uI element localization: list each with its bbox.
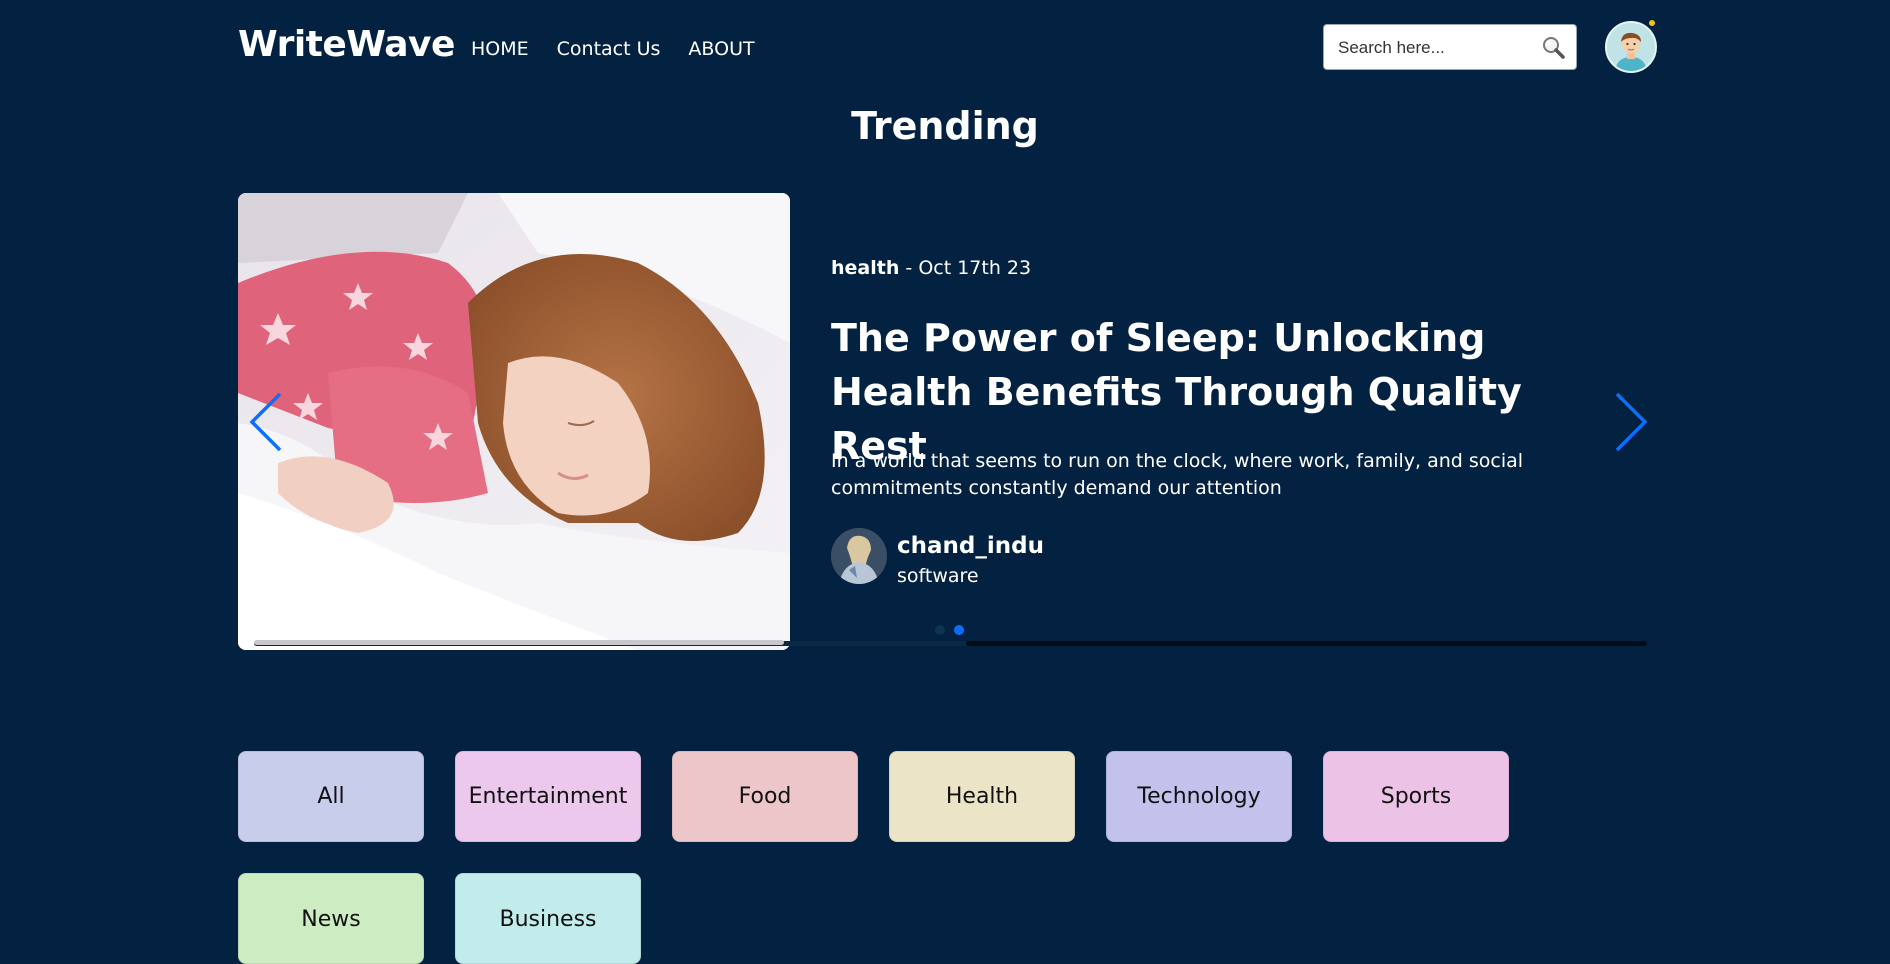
- category-label: Technology: [1137, 784, 1261, 809]
- category-label: Sports: [1380, 784, 1452, 809]
- post-category[interactable]: health: [831, 257, 899, 279]
- category-label: Health: [945, 784, 1019, 809]
- slide-progress-image-bar: [254, 640, 784, 645]
- category-news[interactable]: News: [238, 873, 424, 964]
- user-avatar-icon[interactable]: [1605, 21, 1657, 73]
- nav-link-about[interactable]: ABOUT: [688, 38, 754, 60]
- meta-separator: -: [905, 257, 913, 279]
- post-excerpt: In a world that seems to run on the cloc…: [831, 450, 1524, 499]
- category-all[interactable]: All: [238, 751, 424, 842]
- category-label: Entertainment: [468, 784, 628, 809]
- category-health[interactable]: Health: [889, 751, 1075, 842]
- navbar: WriteWave HOME Contact Us ABOUT: [0, 0, 1890, 96]
- slide-dot-1[interactable]: [935, 625, 945, 635]
- section-title: Trending: [851, 104, 1039, 148]
- category-food[interactable]: Food: [672, 751, 858, 842]
- search-icon[interactable]: [1540, 34, 1566, 60]
- category-sports[interactable]: Sports: [1323, 751, 1509, 842]
- category-business[interactable]: Business: [455, 873, 641, 964]
- slide-image: [238, 193, 790, 650]
- author-name[interactable]: chand_indu: [897, 533, 1044, 559]
- search-input[interactable]: [1324, 25, 1540, 71]
- author-role: software: [897, 565, 979, 587]
- category-label: Food: [738, 784, 792, 809]
- slide-dot-2[interactable]: [954, 625, 964, 635]
- nav-link-home[interactable]: HOME: [471, 38, 529, 60]
- post-date: Oct 17th 23: [918, 257, 1032, 279]
- nav-link-contact[interactable]: Contact Us: [557, 38, 661, 60]
- notification-dot: [1649, 20, 1655, 26]
- search-box: [1323, 24, 1577, 71]
- category-entertainment[interactable]: Entertainment: [455, 751, 641, 842]
- category-technology[interactable]: Technology: [1106, 751, 1292, 842]
- prev-arrow-icon[interactable]: [246, 392, 286, 452]
- logo[interactable]: WriteWave: [238, 24, 455, 65]
- author-avatar[interactable]: [831, 528, 887, 584]
- nav-links: HOME Contact Us ABOUT: [471, 38, 755, 60]
- category-label: All: [317, 784, 345, 809]
- slide-progress-bar: [966, 641, 1647, 646]
- next-arrow-icon[interactable]: [1611, 392, 1651, 452]
- post-meta: health - Oct 17th 23: [831, 257, 1031, 279]
